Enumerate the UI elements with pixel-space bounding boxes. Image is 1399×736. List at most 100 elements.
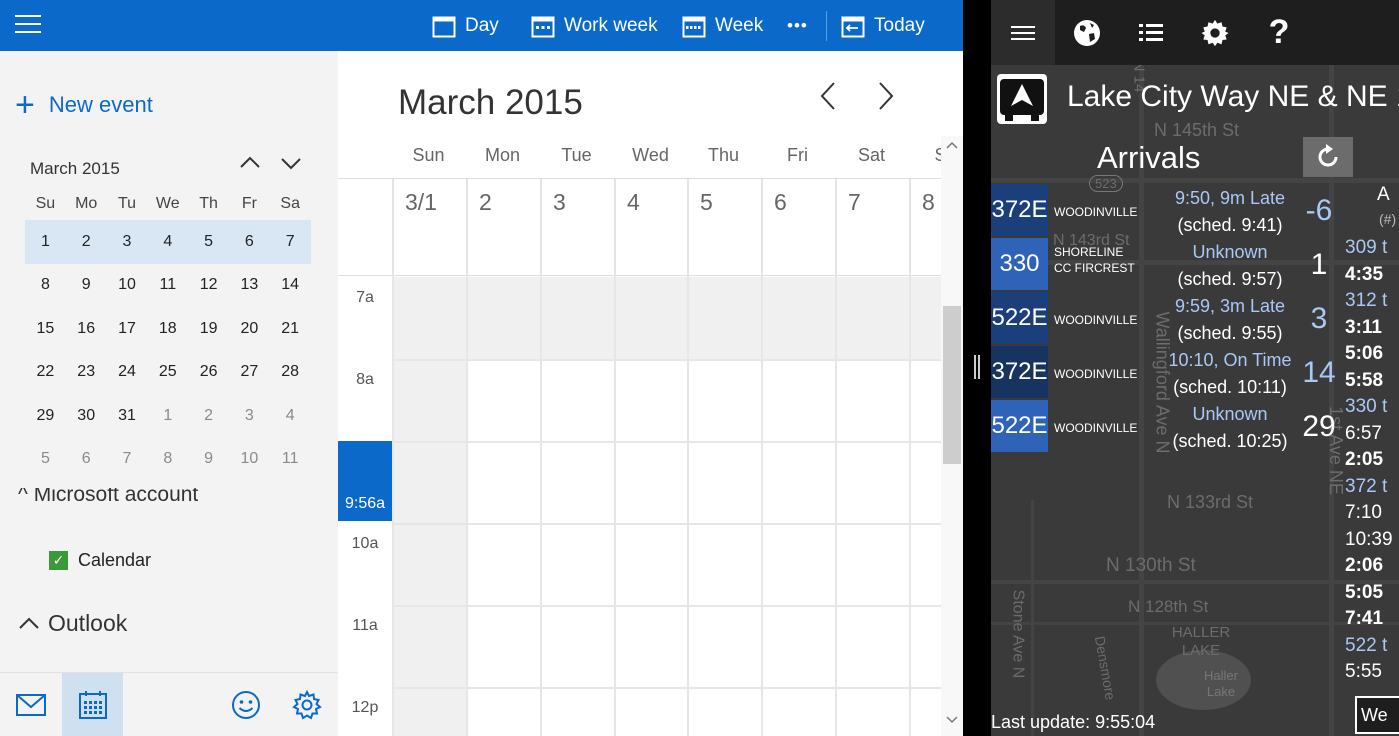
day-column[interactable] xyxy=(614,277,687,736)
arrival-row[interactable]: 330 SHORELINE CC FIRCREST Unknown (sched. 9… xyxy=(991,238,1399,292)
settings-button[interactable] xyxy=(281,673,333,736)
day-column[interactable] xyxy=(466,277,540,736)
day-view-button[interactable]: Day xyxy=(432,0,499,51)
mini-calendar-day[interactable]: 3 xyxy=(107,233,148,251)
day-column[interactable] xyxy=(392,277,466,736)
mini-calendar-day[interactable]: 16 xyxy=(66,320,107,338)
route-badge: 330 xyxy=(991,238,1048,290)
day-column[interactable] xyxy=(835,277,909,736)
mini-calendar-day[interactable]: 6 xyxy=(66,450,107,468)
hour-line xyxy=(392,441,941,443)
mini-calendar-day[interactable]: 11 xyxy=(270,450,311,468)
mini-calendar-day[interactable]: 30 xyxy=(66,407,107,425)
arrival-row[interactable]: 522E WOODINVILLE Unknown (sched. 10:25) 29 xyxy=(991,400,1399,454)
mini-calendar-day[interactable]: 22 xyxy=(25,363,66,381)
mini-calendar-day[interactable]: 25 xyxy=(147,363,188,381)
mini-calendar-day[interactable]: 15 xyxy=(25,320,66,338)
mini-calendar-day[interactable]: 8 xyxy=(147,450,188,468)
mini-calendar-day[interactable]: 5 xyxy=(25,450,66,468)
mini-calendar-day[interactable]: 11 xyxy=(147,276,188,294)
day-column[interactable] xyxy=(761,277,835,736)
arrival-row[interactable]: 522E WOODINVILLE 9:59, 3m Late (sched. 9:55… xyxy=(991,292,1399,346)
mini-calendar-day[interactable]: 4 xyxy=(270,407,311,425)
mini-calendar-day[interactable]: 19 xyxy=(188,320,229,338)
schedule-entry: 6:57 xyxy=(1345,422,1382,444)
mini-calendar-day[interactable]: 13 xyxy=(229,276,270,294)
mini-calendar-day[interactable]: 5 xyxy=(188,233,229,251)
map-label: Densmore xyxy=(1091,634,1119,702)
weekday-label: Thu xyxy=(707,145,740,165)
more-options-button[interactable]: ••• xyxy=(787,0,808,51)
date-cell[interactable]: 8 xyxy=(909,179,943,277)
mini-calendar-day[interactable]: 28 xyxy=(270,363,311,381)
microsoft-account-section[interactable]: ^ Microsoft account xyxy=(18,488,198,512)
date-cell[interactable]: 5 xyxy=(687,179,761,277)
date-cell[interactable]: 3 xyxy=(540,179,614,277)
help-button[interactable]: ? xyxy=(1247,0,1311,65)
new-event-button[interactable]: + New event xyxy=(15,88,153,122)
work-week-view-button[interactable]: Work week xyxy=(531,0,658,51)
mini-calendar-day[interactable]: 7 xyxy=(270,233,311,251)
mini-calendar-day[interactable]: 10 xyxy=(107,276,148,294)
mini-calendar-day[interactable]: 7 xyxy=(107,450,148,468)
mini-calendar-day[interactable]: 12 xyxy=(188,276,229,294)
mini-calendar-day[interactable]: 2 xyxy=(188,407,229,425)
mini-calendar-day[interactable]: 3 xyxy=(229,407,270,425)
settings-button[interactable] xyxy=(1183,0,1247,65)
mini-calendar-day[interactable]: 4 xyxy=(147,233,188,251)
feedback-button[interactable] xyxy=(220,673,272,736)
arrival-row[interactable]: 372E WOODINVILLE 9:50, 9m Late (sched. 9:41… xyxy=(991,184,1399,238)
mini-calendar-prev-month-button[interactable] xyxy=(239,152,261,174)
date-cell[interactable]: 2 xyxy=(466,179,540,277)
map-button[interactable] xyxy=(1055,0,1119,65)
mini-calendar-day[interactable]: 21 xyxy=(270,320,311,338)
mini-calendar-day[interactable]: 31 xyxy=(107,407,148,425)
snap-divider-grip-icon[interactable] xyxy=(974,355,980,379)
week-view-button[interactable]: Week xyxy=(682,0,763,51)
vertical-scrollbar[interactable] xyxy=(941,136,963,736)
mini-calendar-day[interactable]: 1 xyxy=(25,233,66,251)
day-column[interactable] xyxy=(909,277,943,736)
mini-calendar-next-month-button[interactable] xyxy=(280,152,302,174)
mini-calendar-week-row: 8 9 10 11 12 13 14 xyxy=(25,264,311,308)
today-button[interactable]: Today xyxy=(841,0,925,51)
mail-button[interactable] xyxy=(0,673,62,736)
schedule-entry: A xyxy=(1377,184,1390,205)
mini-calendar-day[interactable]: 20 xyxy=(229,320,270,338)
mini-calendar-day[interactable]: 9 xyxy=(66,276,107,294)
day-column[interactable] xyxy=(540,277,614,736)
checkbox-checked-icon[interactable]: ✓ xyxy=(49,551,68,570)
calendar-toggle[interactable]: ✓ Calendar xyxy=(49,550,151,571)
hamburger-menu-icon[interactable] xyxy=(15,14,41,34)
mini-calendar-day[interactable]: 8 xyxy=(25,276,66,294)
mini-calendar-day[interactable]: 14 xyxy=(270,276,311,294)
calendar-nav-button[interactable] xyxy=(62,673,123,736)
mini-calendar-day[interactable]: 24 xyxy=(107,363,148,381)
mini-calendar-day[interactable]: 17 xyxy=(107,320,148,338)
list-button[interactable] xyxy=(1119,0,1183,65)
next-week-button[interactable] xyxy=(874,81,896,111)
previous-week-button[interactable] xyxy=(818,81,840,111)
mini-calendar-day[interactable]: 26 xyxy=(188,363,229,381)
date-cell[interactable]: 3/1 xyxy=(392,179,466,277)
we-button[interactable]: We xyxy=(1355,696,1399,734)
mini-calendar-day[interactable]: 23 xyxy=(66,363,107,381)
mini-calendar-day[interactable]: 29 xyxy=(25,407,66,425)
date-cell[interactable]: 4 xyxy=(614,179,687,277)
mini-calendar-day[interactable]: 1 xyxy=(147,407,188,425)
day-column[interactable] xyxy=(687,277,761,736)
date-cell[interactable]: 7 xyxy=(835,179,909,277)
refresh-button[interactable] xyxy=(1303,137,1353,177)
mini-calendar-day[interactable]: 9 xyxy=(188,450,229,468)
mini-calendar-day[interactable]: 27 xyxy=(229,363,270,381)
mini-calendar-day[interactable]: 18 xyxy=(147,320,188,338)
mini-calendar-day[interactable]: 6 xyxy=(229,233,270,251)
weekday-label: Sat xyxy=(857,145,886,165)
mini-calendar-day[interactable]: 2 xyxy=(66,233,107,251)
outlook-section[interactable]: Outlook xyxy=(18,610,127,637)
scrollbar-thumb[interactable] xyxy=(943,306,961,464)
hamburger-menu-button[interactable] xyxy=(991,0,1055,65)
mini-calendar-day[interactable]: 10 xyxy=(229,450,270,468)
date-cell[interactable]: 6 xyxy=(761,179,835,277)
arrival-row[interactable]: 372E WOODINVILLE 10:10, On Time (sched. 10:… xyxy=(991,346,1399,400)
